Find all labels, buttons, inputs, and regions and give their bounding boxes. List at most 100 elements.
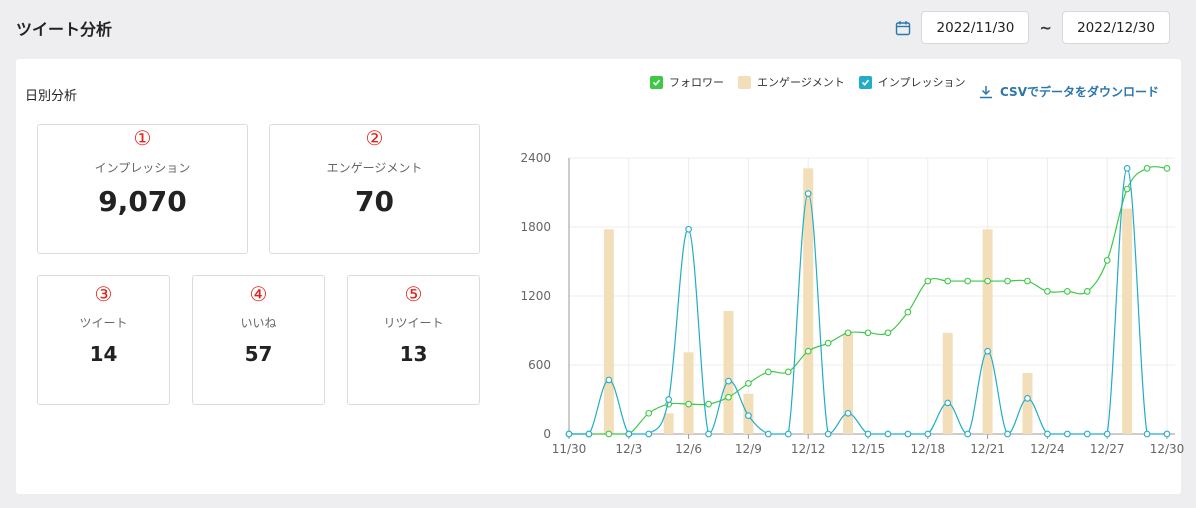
tweet-card: ③ ツイート 14 [37,275,170,405]
follower-point [904,308,912,316]
impression-point [764,430,772,438]
calendar-icon[interactable] [895,20,911,36]
impression-point [645,430,653,438]
impression-point [824,430,832,438]
x-tick-label: 12/6 [675,442,702,456]
impression-point [1163,430,1171,438]
impression-point [844,409,852,417]
impression-point [904,430,912,438]
card-label: ツイート [79,316,128,330]
x-tick-label: 12/21 [970,442,1005,456]
engagement-bar [723,310,734,434]
x-tick-label: 12/18 [911,442,946,456]
follower-point [1063,288,1071,295]
card-number: ① [133,126,152,150]
follower-point [705,400,712,408]
follower-point [1163,164,1171,172]
follower-point [924,277,932,285]
follower-point [645,409,653,417]
impression-point [585,430,593,438]
x-tick-label: 11/30 [552,442,587,456]
date-separator: ~ [1039,18,1052,37]
impression-point [1143,430,1151,438]
impression-point [665,396,673,403]
impression-point [1044,430,1051,438]
x-tick-label: 12/24 [1030,442,1065,456]
follower-point [784,368,792,376]
follower-point [824,339,832,347]
follower-point [884,329,892,337]
impression-point [784,430,792,438]
follower-point [764,368,772,376]
impression-point [864,430,872,438]
retweet-card: ⑤ リツイート 13 [347,275,480,405]
y-tick-label: 1200 [520,289,551,303]
engagement-bar [663,413,674,434]
page-title: ツイート分析 [16,20,113,39]
engagement-card: ② エンゲージメント 70 [269,124,480,254]
card-number: ④ [249,282,268,306]
follower-point [745,380,752,387]
impression-point [725,377,732,385]
x-tick-label: 12/15 [851,442,886,456]
card-number: ② [365,126,384,150]
impression-point [1004,430,1011,438]
follower-point [725,393,732,401]
card-label: エンゲージメント [326,161,423,175]
like-card: ④ いいね 57 [192,275,325,405]
impression-point [1103,430,1111,438]
y-tick-label: 600 [528,358,551,372]
impression-point [804,190,812,197]
follower-point [685,400,692,408]
engagement-bar [843,332,854,434]
follower-point [1103,257,1111,264]
impression-point [565,430,573,438]
engagement-bar [942,332,953,434]
impression-point [984,347,991,355]
impression-point [685,225,692,233]
date-range: ~ [895,11,1170,44]
checkbox-icon [650,75,663,89]
y-tick-label: 1800 [520,220,551,234]
follower-point [1004,277,1011,285]
impression-point [964,430,972,438]
x-tick-label: 12/12 [791,442,826,456]
x-tick-label: 12/3 [615,442,642,456]
impression-point [1083,430,1091,438]
follower-point [1143,164,1151,172]
x-tick-label: 12/9 [735,442,762,456]
card-value: 9,070 [98,185,187,218]
engagement-bar [982,229,993,434]
follower-point [844,329,852,337]
x-tick-label: 12/27 [1090,442,1125,456]
engagement-bar [1022,373,1033,434]
impression-point [605,376,613,384]
card-value: 14 [89,342,118,366]
follower-point [984,277,991,285]
card-number: ⑤ [404,282,423,306]
follower-point [1044,288,1051,295]
impression-point [625,430,633,438]
impression-point [1123,164,1131,172]
date-to-input[interactable] [1062,11,1170,44]
follower-point [864,329,872,337]
card-value: 13 [399,342,428,366]
follower-point [944,277,952,285]
y-tick-label: 2400 [520,151,551,165]
follower-point [605,430,613,438]
impression-point [745,412,752,419]
impression-point [1024,395,1031,402]
card-label: リツイート [383,316,444,330]
card-value: 70 [355,185,394,218]
section-title: 日別分析 [25,89,78,104]
card-number: ③ [94,282,113,306]
card-label: インプレッション [94,161,191,175]
engagement-bar [1122,208,1133,434]
daily-analysis-chart: 0 600 1200 1800 2400 11/30 12/3 12/6 12/9 12/12 12… [520,151,1184,456]
impression-point [705,430,712,438]
date-from-input[interactable] [921,11,1030,44]
impression-point [944,399,952,407]
impression-point [1063,430,1071,438]
legend-swatch [738,75,751,89]
card-label: いいね [240,316,277,330]
